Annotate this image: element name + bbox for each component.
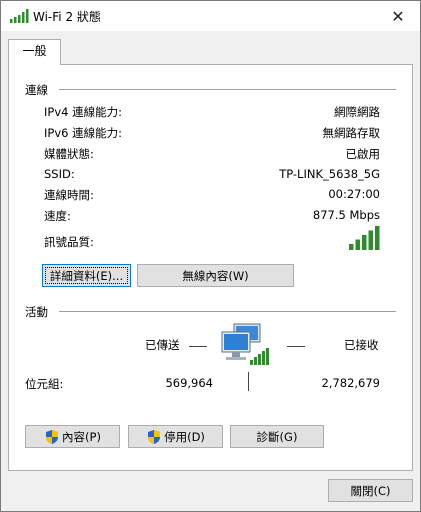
received-dash xyxy=(287,346,305,347)
wifi-signal-icon xyxy=(10,9,29,23)
window-title: Wi-Fi 2 狀態 xyxy=(33,10,101,24)
ipv6-value: 無網路存取 xyxy=(322,126,381,140)
received-label: 已接收 xyxy=(344,338,379,352)
close-icon: ✕ xyxy=(391,6,405,26)
diagnose-button[interactable]: 診斷(G) xyxy=(230,425,324,448)
duration-value: 00:27:00 xyxy=(328,187,380,201)
signal-bar xyxy=(355,239,360,250)
close-window-button[interactable]: ✕ xyxy=(376,1,420,31)
properties-button-label: 內容(P) xyxy=(62,429,101,444)
tab-general-label: 一般 xyxy=(22,44,47,58)
focus-ring xyxy=(45,267,128,284)
ipv6-label: IPv6 連線能力: xyxy=(44,126,122,140)
signal-strength-icon xyxy=(349,226,380,250)
ssid-value: TP-LINK_5638_5G xyxy=(279,167,380,181)
connection-divider xyxy=(59,89,396,90)
sent-label: 已傳送 xyxy=(145,338,180,352)
activity-separator xyxy=(248,372,249,391)
connection-section-title: 連線 xyxy=(25,83,48,97)
sent-dash xyxy=(189,346,207,347)
disable-button[interactable]: 停用(D) xyxy=(128,425,223,448)
wireless-properties-button[interactable]: 無線內容(W) xyxy=(137,264,294,287)
uac-shield-icon xyxy=(46,429,59,444)
media-state-label: 媒體狀態: xyxy=(44,147,94,161)
ssid-label: SSID: xyxy=(44,167,75,181)
uac-shield-icon xyxy=(148,429,161,444)
title-bar: Wi-Fi 2 狀態 ✕ xyxy=(1,1,420,31)
ipv4-value: 網際網路 xyxy=(334,105,380,119)
bytes-sent-value: 569,964 xyxy=(165,376,213,390)
speed-label: 速度: xyxy=(44,209,71,223)
general-panel: 連線 IPv4 連線能力: 網際網路 IPv6 連線能力: 無網路存取 媒體狀態… xyxy=(8,64,413,471)
activity-section-title: 活動 xyxy=(25,305,48,319)
media-state-value: 已啟用 xyxy=(345,147,381,161)
disable-button-label: 停用(D) xyxy=(164,429,205,444)
wireless-properties-button-label: 無線內容(W) xyxy=(182,268,249,283)
close-button-label: 關閉(C) xyxy=(350,483,391,498)
signal-bar xyxy=(349,244,354,250)
status-dialog: Wi-Fi 2 狀態 ✕ 一般 連線 IPv4 連線能力: 網際網路 IPv6 … xyxy=(0,0,421,512)
signal-bar xyxy=(375,226,380,250)
details-button[interactable]: 詳細資料(E)... xyxy=(42,264,131,287)
activity-divider xyxy=(59,311,396,312)
bytes-label: 位元組: xyxy=(25,377,64,391)
tab-general[interactable]: 一般 xyxy=(8,39,61,65)
signal-bar xyxy=(368,230,373,250)
close-button[interactable]: 關閉(C) xyxy=(328,479,413,502)
network-computers-icon xyxy=(221,323,269,365)
duration-label: 連線時間: xyxy=(44,188,94,202)
speed-value: 877.5 Mbps xyxy=(312,208,380,222)
signal-quality-label: 訊號品質: xyxy=(44,235,94,249)
signal-bar xyxy=(362,235,367,250)
ipv4-label: IPv4 連線能力: xyxy=(44,105,122,119)
bytes-received-value: 2,782,679 xyxy=(321,376,380,390)
properties-button[interactable]: 內容(P) xyxy=(25,425,120,448)
diagnose-button-label: 診斷(G) xyxy=(256,429,298,444)
